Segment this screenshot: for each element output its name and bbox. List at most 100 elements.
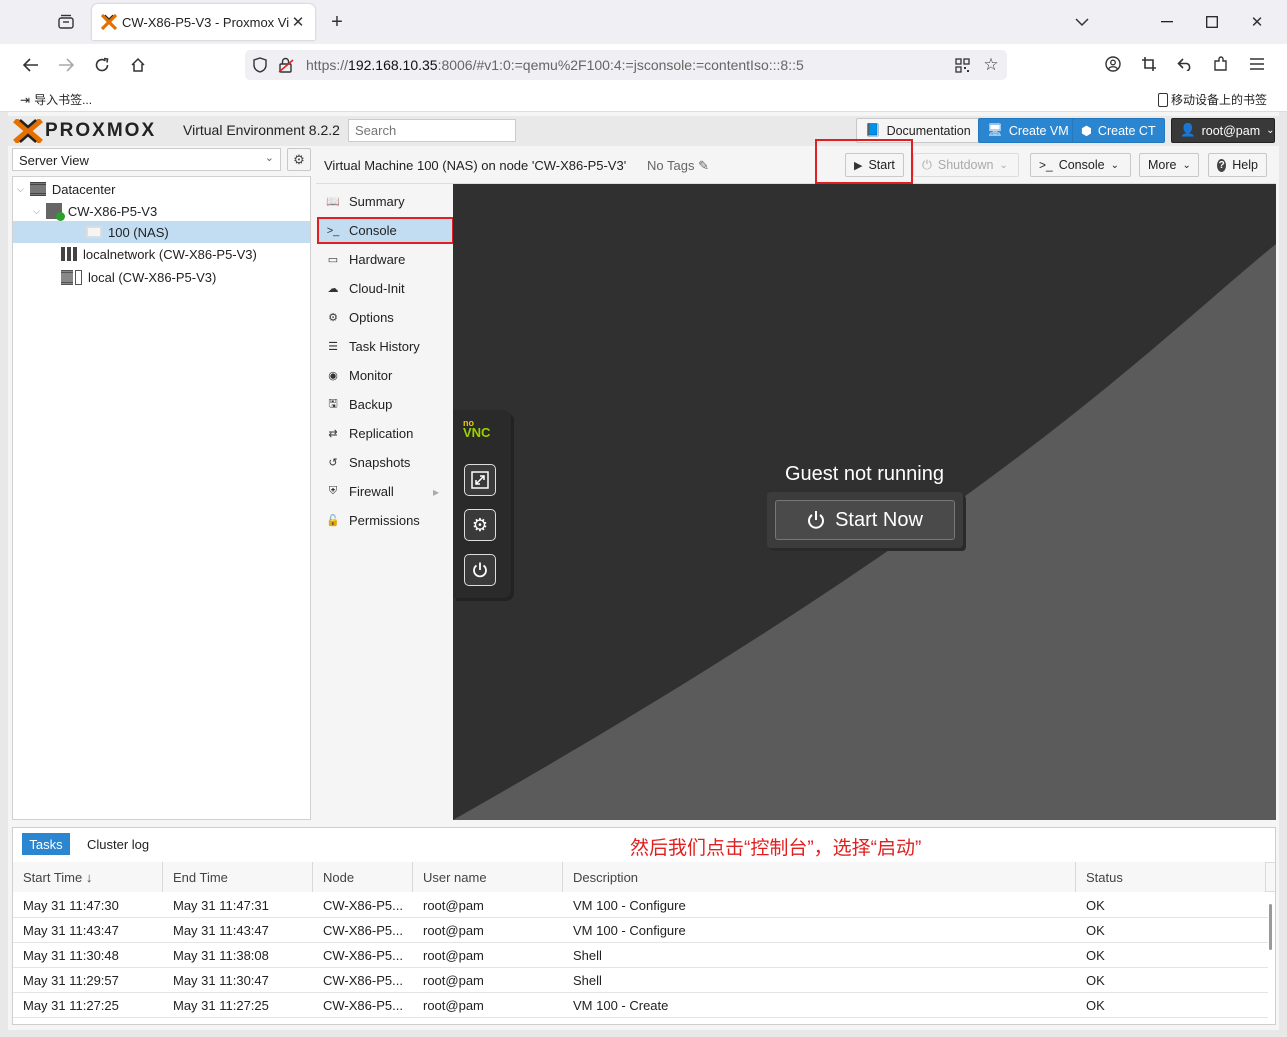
minimize-icon[interactable] [1157, 12, 1177, 32]
novnc-console[interactable]: no VNC ⚙ Guest not running Start Now [453, 184, 1276, 820]
menu-item-snapshots[interactable]: ↺ Snapshots [318, 450, 453, 475]
close-tab-icon[interactable]: ✕ [289, 13, 307, 31]
tree-item-storage[interactable]: local (CW-X86-P5-V3) [61, 266, 216, 288]
user-menu-button[interactable]: 👤 root@pam ⌄ [1171, 118, 1275, 143]
chevron-down-icon[interactable] [1072, 12, 1092, 32]
tree-settings-button[interactable]: ⚙ [287, 148, 311, 171]
novnc-logo-bottom: VNC [463, 425, 491, 440]
chevron-down-icon: ⌄ [1182, 159, 1191, 171]
proxmox-logo: PROXMOX [13, 117, 156, 145]
create-vm-button[interactable]: 🖥 Create VM [978, 118, 1078, 143]
tags-editor[interactable]: No Tags ✎ [647, 158, 709, 174]
menu-item-label: Monitor [349, 368, 393, 383]
menu-item-label: Firewall [349, 484, 394, 499]
new-tab-icon[interactable]: + [326, 11, 348, 33]
column-header[interactable]: Status [1076, 862, 1266, 892]
undo-icon[interactable] [1175, 54, 1195, 74]
lock-warning-icon[interactable] [277, 56, 295, 74]
menu-item-backup[interactable]: 🖫 Backup [318, 392, 453, 417]
column-header[interactable]: End Time [163, 862, 313, 892]
extensions-icon[interactable] [1211, 54, 1231, 74]
account-icon[interactable] [1103, 54, 1123, 74]
start-now-wrapper: Start Now [767, 492, 963, 548]
home-icon[interactable] [127, 54, 149, 76]
settings-button[interactable]: ⚙ [464, 509, 496, 541]
column-header[interactable]: Start Time ↓ [13, 862, 163, 892]
menu-item-monitor[interactable]: ◉ Monitor [318, 363, 453, 388]
browser-tab[interactable]: CW-X86-P5-V3 - Proxmox Vi ✕ [92, 4, 315, 40]
url-text[interactable]: https://192.168.10.35:8006/#v1:0:=qemu%2… [306, 57, 804, 73]
scrollbar[interactable] [1269, 904, 1272, 950]
url-bar[interactable]: https://192.168.10.35:8006/#v1:0:=qemu%2… [245, 50, 1007, 80]
table-cell: VM 100 - Configure [573, 898, 686, 913]
reload-icon[interactable] [91, 54, 113, 76]
chevron-down-icon: ⌄ [1266, 125, 1275, 136]
bookmark-star-icon[interactable]: ☆ [981, 55, 1001, 75]
table-row[interactable]: May 31 11:29:57 May 31 11:30:47 CW-X86-P5.… [13, 968, 1268, 993]
menu-item-options[interactable]: ⚙ Options [318, 305, 453, 330]
tasks-tab-label: Tasks [29, 836, 63, 852]
tab-tasks[interactable]: Tasks [22, 833, 70, 855]
chevron-down-icon: ⌄ [1110, 159, 1119, 171]
menu-item-replication[interactable]: ⇄ Replication [318, 421, 453, 446]
create-ct-button[interactable]: ⬢ Create CT [1072, 118, 1165, 143]
table-cell: May 31 11:27:25 [23, 998, 119, 1013]
table-cell: CW-X86-P5... [323, 998, 403, 1013]
menu-item-console[interactable]: >_ Console [317, 217, 454, 244]
shield-icon[interactable] [251, 56, 269, 74]
collapse-icon: ⌵ [33, 205, 40, 216]
close-window-icon[interactable]: ✕ [1247, 12, 1267, 32]
help-button[interactable]: ? Help [1208, 153, 1267, 177]
tree-item-node[interactable]: ⌵ CW-X86-P5-V3 [33, 200, 157, 222]
mobile-bookmarks[interactable]: 移动设备上的书签 [1158, 91, 1267, 108]
menu-item-summary[interactable]: 📖 Summary [318, 189, 453, 214]
storage-icon [61, 269, 82, 285]
qr-code-icon[interactable] [953, 56, 971, 74]
menu-icon[interactable] [1247, 54, 1267, 74]
table-row[interactable]: May 31 11:43:47 May 31 11:43:47 CW-X86-P5.… [13, 918, 1268, 943]
shutdown-button[interactable]: ⏻ Shutdown ⌄ [913, 153, 1019, 177]
server-view-label: Server View [19, 153, 89, 168]
save-icon: 🖫 [328, 398, 338, 410]
menu-item-firewall[interactable]: ⛨ Firewall ▸ [318, 479, 453, 504]
search-input[interactable] [348, 119, 516, 142]
table-cell: root@pam [423, 948, 484, 963]
create-ct-label: Create CT [1097, 123, 1156, 138]
console-button[interactable]: >_ Console ⌄ [1030, 153, 1131, 177]
url-path: :8006/#v1:0:=qemu%2F100:4:=jsconsole:=co… [437, 57, 804, 73]
column-header[interactable]: Node [313, 862, 413, 892]
back-icon[interactable] [20, 54, 42, 76]
vm-toolbar: Virtual Machine 100 (NAS) on node 'CW-X8… [316, 148, 1276, 184]
menu-item-hardware[interactable]: ▭ Hardware [318, 247, 453, 272]
tab-list-icon[interactable] [55, 12, 77, 32]
maximize-icon[interactable] [1202, 12, 1222, 32]
menu-item-task-history[interactable]: ☰ Task History [318, 334, 453, 359]
column-header[interactable]: User name [413, 862, 563, 892]
start-button[interactable]: ▶ Start [845, 153, 904, 177]
shutdown-label: Shutdown [937, 158, 994, 172]
power-button[interactable] [464, 554, 496, 586]
cluster-log-label: Cluster log [87, 837, 150, 852]
tree-item-datacenter[interactable]: ⌵ Datacenter [17, 178, 115, 200]
tasks-panel: Tasks Cluster log 然后我们点击“控制台”，选择“启动” May… [12, 827, 1276, 1025]
server-view-select[interactable]: Server View ⌄ [12, 148, 281, 171]
menu-item-permissions[interactable]: 🔓 Permissions [318, 508, 453, 533]
table-row[interactable]: May 31 11:47:30 May 31 11:47:31 CW-X86-P5.… [13, 893, 1268, 918]
import-icon: ⇥ [20, 92, 31, 107]
tree-item-network[interactable]: localnetwork (CW-X86-P5-V3) [61, 243, 257, 265]
network-label: localnetwork (CW-X86-P5-V3) [83, 246, 257, 262]
table-row[interactable]: May 31 11:30:48 May 31 11:38:08 CW-X86-P5.… [13, 943, 1268, 968]
column-header[interactable]: Description [563, 862, 1076, 892]
forward-icon[interactable] [55, 54, 77, 76]
table-row[interactable]: May 31 11:27:25 May 31 11:27:25 CW-X86-P5.… [13, 993, 1268, 1018]
sync-icon: ⇄ [328, 428, 338, 440]
browser-tab-bar: CW-X86-P5-V3 - Proxmox Vi ✕ + ✕ [0, 0, 1287, 44]
url-host: 192.168.10.35 [348, 57, 438, 73]
tree-item-vm-100[interactable]: 100 (NAS) [13, 221, 310, 243]
more-button[interactable]: More ⌄ [1139, 153, 1199, 177]
screenshot-icon[interactable] [1139, 54, 1159, 74]
import-bookmarks[interactable]: ⇥ 导入书签... [20, 91, 92, 108]
menu-item-cloud-init[interactable]: ☁ Cloud-Init [318, 276, 453, 301]
tab-cluster-log[interactable]: Cluster log [87, 837, 149, 852]
start-now-button[interactable]: Start Now [775, 500, 955, 540]
